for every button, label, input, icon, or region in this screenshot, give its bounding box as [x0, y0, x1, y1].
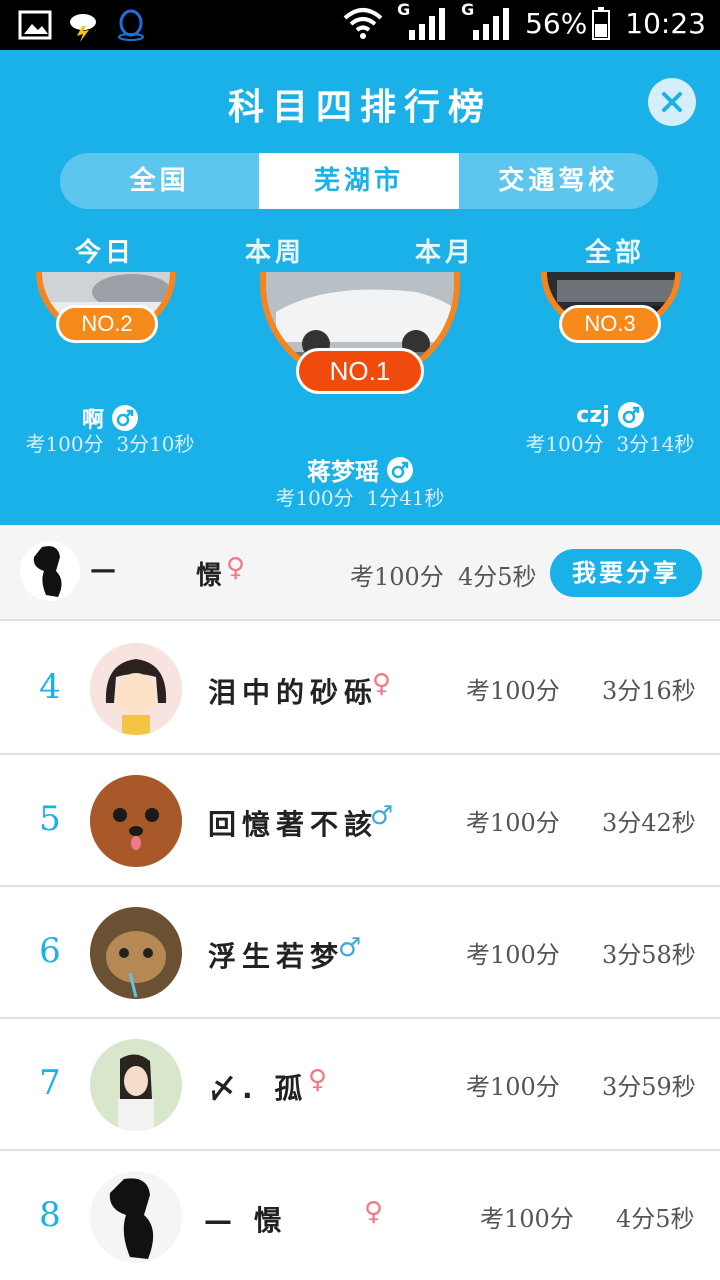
user-avatar: [90, 907, 182, 999]
male-icon: [387, 456, 413, 483]
user-time: 3分59秒: [602, 1073, 696, 1101]
clock: 10:23: [625, 6, 706, 40]
page-title: 科目四排行榜: [227, 87, 492, 128]
list-item[interactable]: 7 〆. 孤 ♀ 考100分 3分59秒: [0, 1019, 720, 1151]
wifi-icon: [343, 8, 383, 39]
battery-icon: [592, 7, 611, 40]
close-button[interactable]: [648, 78, 696, 126]
my-avatar: [20, 541, 80, 601]
user-name: 浮生若梦: [208, 940, 345, 973]
weather-storm-icon: [70, 14, 96, 42]
rank-3-score-line: 考100分 3分14秒: [502, 428, 718, 457]
user-score: 考100分: [466, 809, 560, 837]
rank-3-time: 3分14秒: [616, 432, 695, 456]
female-icon: ♀: [364, 1197, 384, 1227]
user-score: 考100分: [480, 1205, 574, 1233]
segment-city[interactable]: 芜湖市: [259, 153, 459, 209]
female-icon: ♀: [308, 1065, 328, 1095]
qq-icon: [118, 9, 144, 41]
user-score: 考100分: [466, 941, 560, 969]
region-segment-control: 全国 芜湖市 交通驾校: [60, 153, 658, 209]
rank-3-name-line: czj: [510, 402, 710, 428]
rank-number: 4: [39, 667, 61, 707]
user-avatar: [90, 643, 182, 735]
gallery-icon: [18, 10, 52, 40]
user-avatar: [90, 775, 182, 867]
signal-icon-1: G: [397, 0, 447, 40]
user-time: 3分16秒: [602, 677, 696, 705]
user-avatar: [90, 1171, 182, 1263]
rank-3-name: czj: [576, 402, 610, 428]
my-name-left: —: [90, 555, 116, 585]
rank-number: 6: [39, 931, 61, 971]
rank-number: 8: [39, 1195, 61, 1235]
user-name: 回憶著不該: [208, 808, 379, 841]
segment-national[interactable]: 全国: [60, 153, 259, 209]
rank-3-score: 考100分: [525, 432, 604, 456]
user-score: 考100分: [466, 677, 560, 705]
rank-2-badge: NO.2: [56, 305, 158, 343]
my-time: 4分5秒: [458, 563, 537, 591]
my-score: 考100分: [350, 563, 444, 591]
ranking-header: 科目四排行榜 全国 芜湖市 交通驾校 今日 本周 本月 全部 NO.2 NO.1…: [0, 50, 720, 525]
close-icon: [662, 92, 682, 112]
user-name: 〆. 孤: [208, 1072, 309, 1105]
my-name-right: 憬: [196, 561, 223, 591]
share-button[interactable]: 我要分享: [550, 549, 702, 597]
rank-1-score: 考100分: [275, 486, 354, 510]
male-icon: ♂: [338, 933, 362, 963]
user-score: 考100分: [466, 1073, 560, 1101]
rank-2-time: 3分10秒: [116, 432, 195, 456]
list-item[interactable]: 6 浮生若梦 ♂ 考100分 3分58秒: [0, 887, 720, 1019]
status-bar: G G 56% 10:23: [0, 0, 720, 50]
rank-3-badge: NO.3: [559, 305, 661, 343]
signal-icon-2: G: [461, 0, 511, 40]
male-icon: ♂: [370, 801, 394, 831]
rank-1-time: 1分41秒: [366, 486, 445, 510]
rank-number: 5: [39, 799, 61, 839]
rank-2-score-line: 考100分 3分10秒: [0, 428, 220, 457]
segment-school[interactable]: 交通驾校: [459, 153, 658, 209]
male-icon: [617, 402, 644, 428]
rank-1-score-line: 考100分 1分41秒: [240, 482, 480, 511]
user-name: 泪中的砂砾: [208, 676, 379, 709]
female-icon: ♀: [372, 669, 392, 699]
my-rank-row: — 憬 ♀ 考100分 4分5秒 我要分享: [0, 525, 720, 621]
female-icon: ♀: [226, 553, 246, 583]
user-time: 4分5秒: [616, 1205, 695, 1233]
list-item[interactable]: 4 泪中的砂砾 ♀ 考100分 3分16秒: [0, 623, 720, 755]
list-item[interactable]: 8 — 憬 ♀ 考100分 4分5秒: [0, 1151, 720, 1280]
user-time: 3分58秒: [602, 941, 696, 969]
rank-1-badge: NO.1: [296, 348, 424, 394]
user-name: — 憬: [204, 1204, 288, 1237]
user-avatar: [90, 1039, 182, 1131]
rank-2-score: 考100分: [25, 432, 104, 456]
battery-level: 56%: [525, 6, 588, 40]
list-item[interactable]: 5 回憶著不該 ♂ 考100分 3分42秒: [0, 755, 720, 887]
rank-number: 7: [39, 1063, 61, 1103]
user-time: 3分42秒: [602, 809, 696, 837]
